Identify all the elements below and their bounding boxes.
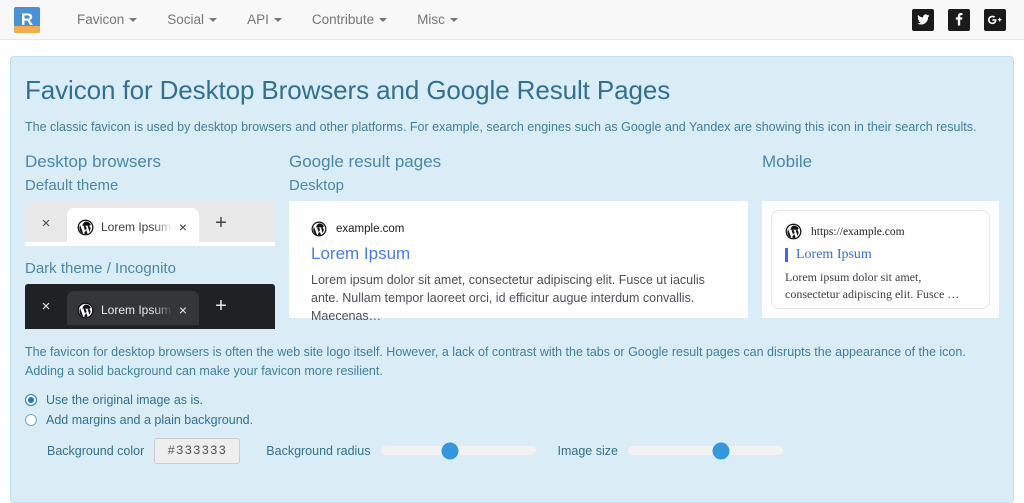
background-color-label: Background color <box>47 444 144 458</box>
google-result-title-link[interactable]: Lorem Ipsum <box>311 244 726 264</box>
background-radius-slider[interactable] <box>381 446 536 455</box>
facebook-icon[interactable] <box>948 9 970 31</box>
background-radius-label: Background radius <box>266 444 370 458</box>
chevron-down-icon <box>129 18 137 22</box>
chevron-down-icon <box>379 18 387 22</box>
mobile-result-wrapper: https://example.com Lorem Ipsum Lorem ip… <box>762 201 999 318</box>
mobile-accent-bar <box>785 248 788 262</box>
wordpress-favicon-icon <box>77 219 94 236</box>
favicon-panel: Favicon for Desktop Browsers and Google … <box>10 56 1014 503</box>
browser-tabbar-dark: × Lorem Ipsum × + <box>25 284 275 329</box>
background-controls-row: Background color Background radius Image… <box>25 438 999 464</box>
radio-original-image[interactable] <box>25 394 37 406</box>
chevron-down-icon <box>450 18 458 22</box>
nav-item-contribute[interactable]: Contribute <box>297 0 402 40</box>
option-margins-label: Add margins and a plain background. <box>46 413 253 427</box>
close-icon[interactable]: × <box>25 284 67 329</box>
browser-tab-light[interactable]: Lorem Ipsum × <box>67 208 199 246</box>
nav-item-social[interactable]: Social <box>152 0 232 40</box>
radio-add-margins[interactable] <box>25 414 37 426</box>
mobile-result-title-row: Lorem Ipsum <box>785 247 976 263</box>
browser-tab-dark[interactable]: Lorem Ipsum × <box>67 291 199 329</box>
mobile-result-snippet: Lorem ipsum dolor sit amet, consectetur … <box>785 269 976 303</box>
option-original-image[interactable]: Use the original image as is. <box>25 393 999 407</box>
google-desktop-label: Desktop <box>289 177 748 194</box>
social-links <box>912 9 1010 31</box>
image-size-slider-thumb[interactable] <box>712 442 729 459</box>
google-desktop-result-card: example.com Lorem Ipsum Lorem ipsum dolo… <box>289 201 748 318</box>
mobile-result-source-row: https://example.com <box>785 223 976 240</box>
nav-item-favicon[interactable]: Favicon <box>62 0 152 40</box>
option-add-margins[interactable]: Add margins and a plain background. <box>25 413 999 427</box>
browser-tabbar-light: × Lorem Ipsum × + <box>25 201 275 246</box>
background-radius-slider-thumb[interactable] <box>442 442 459 459</box>
desktop-browsers-heading: Desktop browsers <box>25 152 275 172</box>
google-result-source-row: example.com <box>311 221 726 237</box>
google-results-column: Google result pages Desktop example.com … <box>289 152 748 329</box>
nav-item-label: API <box>247 12 269 27</box>
background-color-input[interactable] <box>154 438 240 464</box>
google-plus-icon[interactable] <box>984 9 1006 31</box>
tab-close-icon[interactable]: × <box>173 302 193 318</box>
dark-theme-label: Dark theme / Incognito <box>25 260 275 277</box>
panel-footnote-text: The favicon for desktop browsers is ofte… <box>25 343 999 381</box>
panel-lead-text: The classic favicon is used by desktop b… <box>25 118 999 136</box>
default-theme-label: Default theme <box>25 177 275 194</box>
logo-letter: R <box>21 11 33 28</box>
twitter-icon[interactable] <box>912 9 934 31</box>
nav-item-label: Misc <box>417 12 445 27</box>
nav-item-label: Favicon <box>77 12 124 27</box>
browser-tab-title: Lorem Ipsum <box>101 303 173 317</box>
wordpress-favicon-icon <box>311 221 327 237</box>
option-original-label: Use the original image as is. <box>46 393 203 407</box>
page-title: Favicon for Desktop Browsers and Google … <box>25 75 999 106</box>
mobile-result-card: https://example.com Lorem Ipsum Lorem ip… <box>771 210 990 309</box>
browser-tab-title: Lorem Ipsum <box>101 220 173 234</box>
nav-menu: Favicon Social API Contribute Misc <box>62 0 473 40</box>
top-navbar: R Favicon Social API Contribute Misc <box>0 0 1024 40</box>
new-tab-icon[interactable]: + <box>199 201 243 246</box>
new-tab-icon[interactable]: + <box>199 284 243 329</box>
nav-item-label: Contribute <box>312 12 374 27</box>
preview-columns: Desktop browsers Default theme × Lorem I… <box>25 152 999 329</box>
chevron-down-icon <box>274 18 282 22</box>
google-results-heading: Google result pages <box>289 152 748 172</box>
tab-close-icon[interactable]: × <box>173 219 193 235</box>
mobile-heading: Mobile <box>762 152 999 172</box>
wordpress-favicon-icon <box>785 223 802 240</box>
image-size-label: Image size <box>558 444 618 458</box>
nav-item-api[interactable]: API <box>232 0 297 40</box>
desktop-browsers-column: Desktop browsers Default theme × Lorem I… <box>25 152 275 329</box>
nav-item-misc[interactable]: Misc <box>402 0 473 40</box>
google-result-domain: example.com <box>336 223 404 235</box>
site-logo[interactable]: R <box>14 7 40 33</box>
mobile-result-title-link[interactable]: Lorem Ipsum <box>796 247 872 263</box>
mobile-column: Mobile https://example.com Lorem Ipsum L… <box>762 152 999 329</box>
google-result-snippet: Lorem ipsum dolor sit amet, consectetur … <box>311 271 726 325</box>
close-icon[interactable]: × <box>25 201 67 246</box>
mobile-result-url: https://example.com <box>811 226 905 238</box>
nav-item-label: Social <box>167 12 204 27</box>
spacer <box>25 246 275 260</box>
chevron-down-icon <box>209 18 217 22</box>
image-size-slider[interactable] <box>628 446 783 455</box>
wordpress-favicon-icon <box>77 302 94 319</box>
